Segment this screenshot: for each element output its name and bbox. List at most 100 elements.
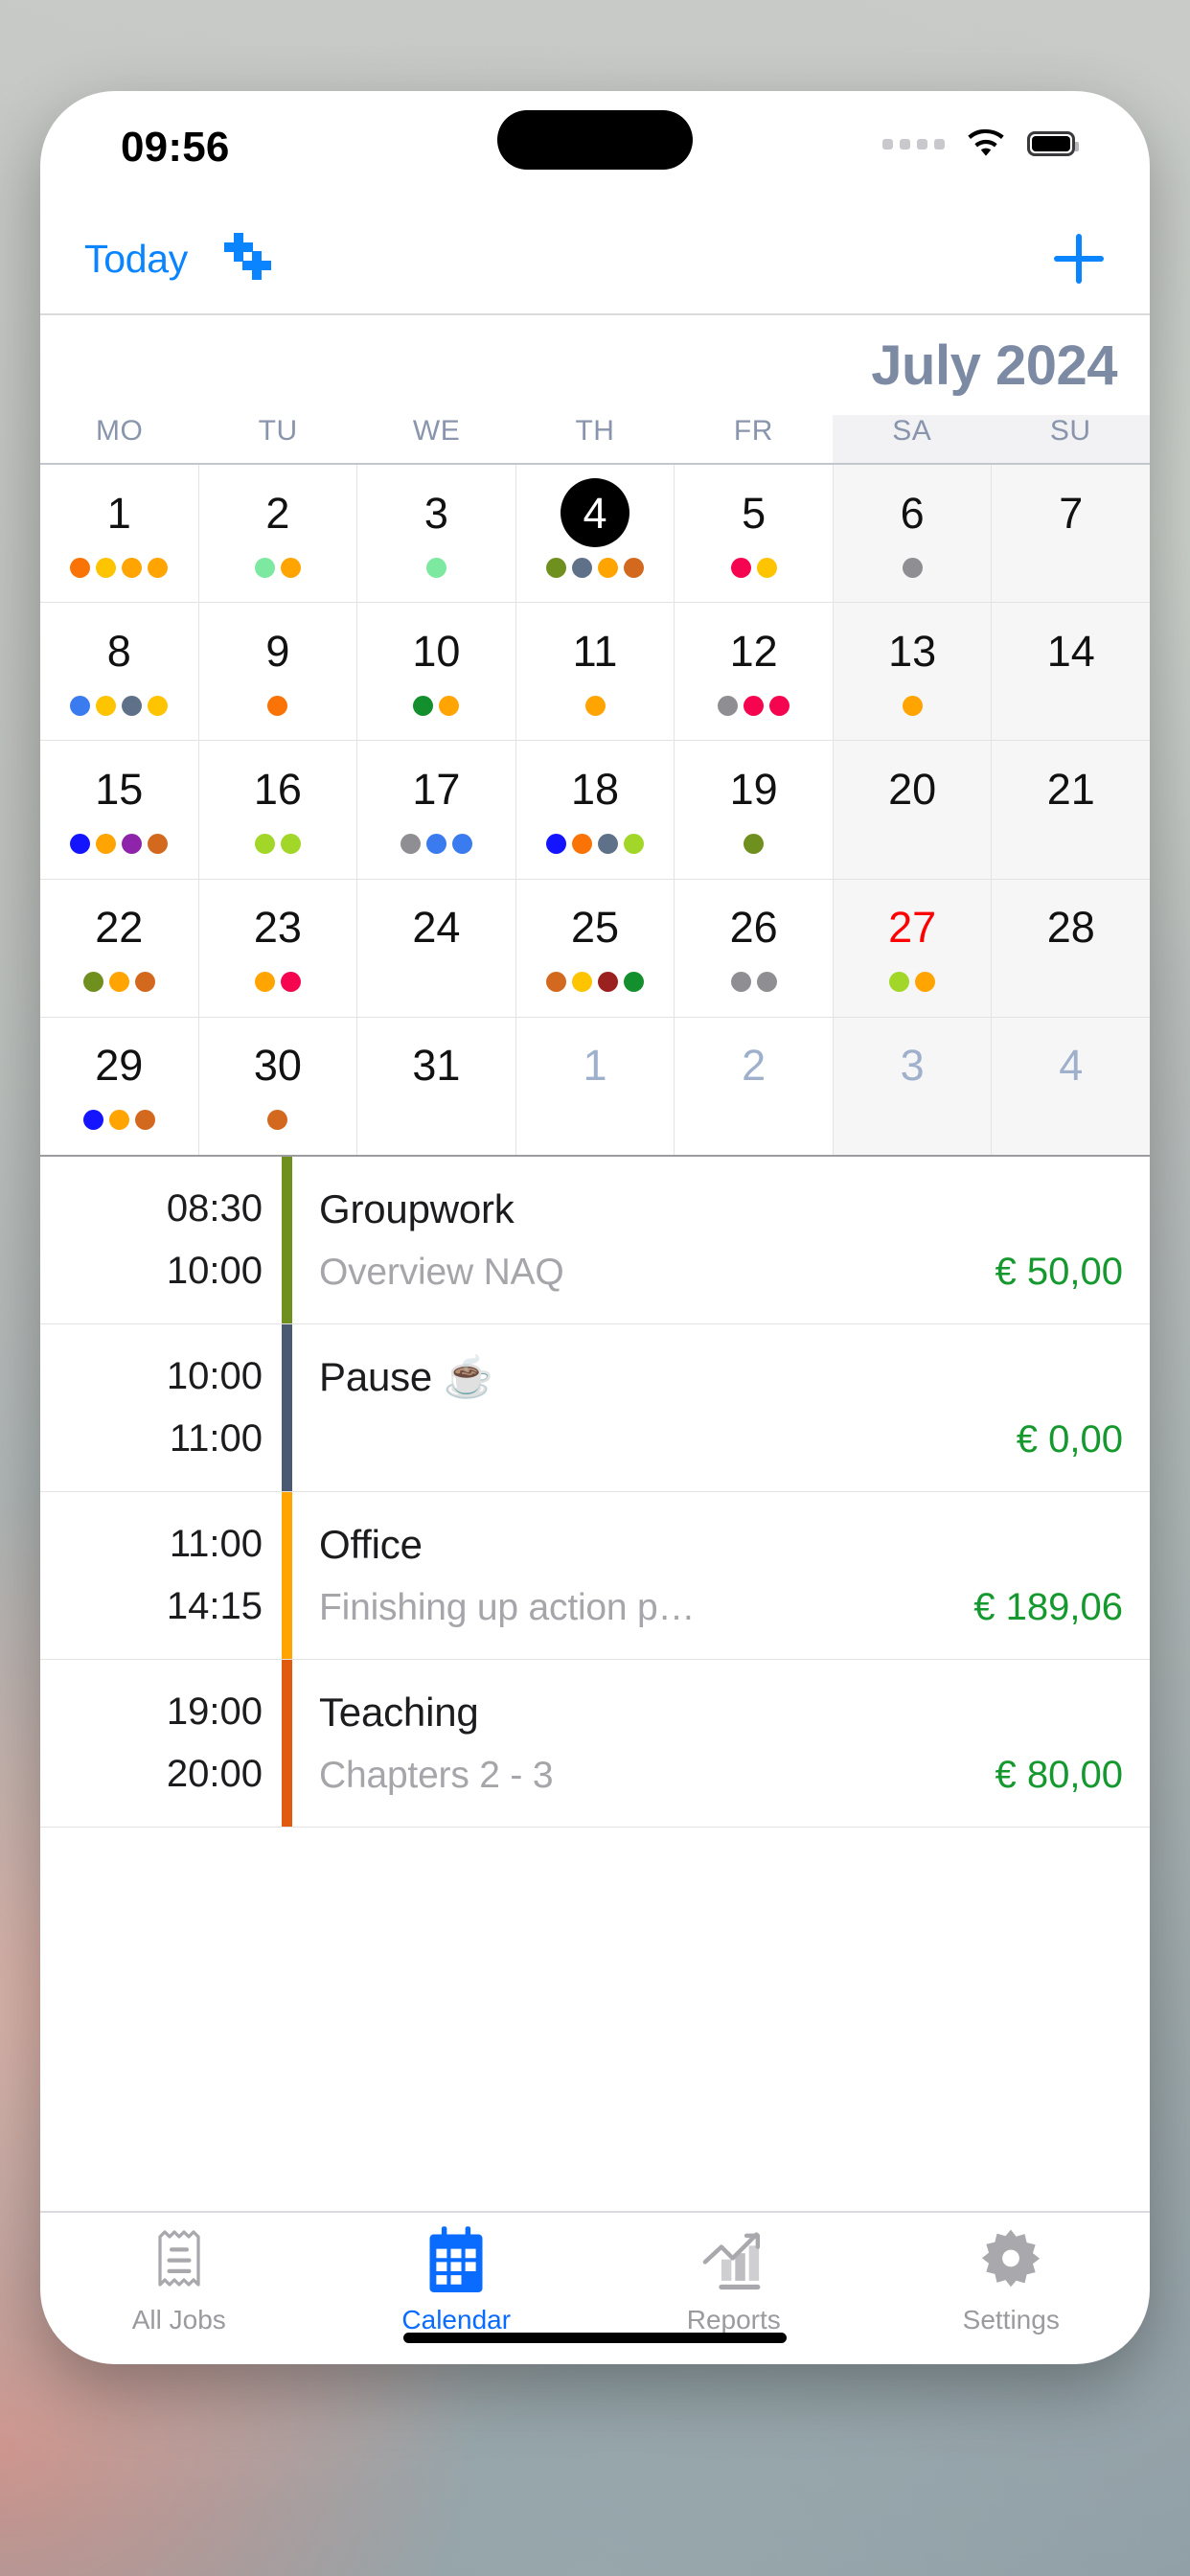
event-dot bbox=[769, 695, 790, 716]
event-dot bbox=[598, 833, 619, 854]
calendar-day-cell[interactable]: 9 bbox=[199, 603, 358, 741]
weekday-tu: TU bbox=[258, 415, 298, 447]
event-detail-row: Finishing up action p… € 189,06 bbox=[319, 1586, 1123, 1629]
calendar-day-cell[interactable]: 1 bbox=[516, 1017, 675, 1156]
calendar-day-cell[interactable]: 8 bbox=[40, 603, 199, 741]
calendar-day-cell[interactable]: 16 bbox=[199, 741, 358, 879]
day-number: 9 bbox=[265, 626, 290, 676]
calendar-day-cell[interactable]: 6 bbox=[833, 465, 993, 603]
event-subtitle: Finishing up action p… bbox=[319, 1586, 696, 1628]
tab-calendar[interactable]: Calendar bbox=[318, 2226, 596, 2335]
calendar-day-cell[interactable]: 27 bbox=[833, 879, 993, 1017]
today-button[interactable]: Today bbox=[84, 237, 188, 282]
calendar-day-cell[interactable]: 11 bbox=[516, 603, 675, 741]
event-dot bbox=[598, 972, 619, 993]
weekday-header: MO TU WE TH FR SA SU bbox=[40, 415, 1150, 465]
calendar-day-cell[interactable]: 25 bbox=[516, 879, 675, 1017]
event-dot bbox=[280, 557, 301, 578]
tab-all-jobs[interactable]: All Jobs bbox=[40, 2226, 318, 2335]
status-time: 09:56 bbox=[121, 124, 230, 171]
calendar-week: 15 16 17 18 19 20 21 bbox=[40, 741, 1150, 880]
event-dot bbox=[756, 557, 777, 578]
day-number: 19 bbox=[729, 764, 778, 814]
event-dot bbox=[425, 557, 446, 578]
calendar-day-cell[interactable]: 18 bbox=[516, 741, 675, 879]
event-row[interactable]: 08:30 10:00 Groupwork Overview NAQ € 50,00 bbox=[40, 1157, 1150, 1324]
event-end-time: 10:00 bbox=[166, 1250, 263, 1292]
event-detail-row: € 0,00 bbox=[319, 1418, 1123, 1461]
calendar-day-cell[interactable]: 26 bbox=[675, 879, 834, 1017]
day-event-dots bbox=[546, 831, 645, 856]
duplicate-plus-icon[interactable] bbox=[223, 233, 276, 285]
day-event-dots bbox=[82, 970, 155, 995]
calendar-day-cell[interactable]: 3 bbox=[833, 1017, 993, 1156]
event-row[interactable]: 11:00 14:15 Office Finishing up action p… € … bbox=[40, 1492, 1150, 1660]
event-row[interactable]: 19:00 20:00 Teaching Chapters 2 - 3 € 80,00 bbox=[40, 1660, 1150, 1828]
day-event-dots bbox=[413, 693, 460, 718]
calendar-day-cell[interactable]: 22 bbox=[40, 879, 199, 1017]
day-event-dots bbox=[400, 831, 472, 856]
tab-settings[interactable]: Settings bbox=[873, 2226, 1151, 2335]
calendar-day-cell[interactable]: 5 bbox=[675, 465, 834, 603]
event-dot bbox=[624, 972, 645, 993]
event-dot bbox=[134, 1110, 155, 1131]
event-dot bbox=[624, 557, 645, 578]
calendar-day-cell[interactable]: 31 bbox=[357, 1017, 516, 1156]
calendar-day-cell[interactable]: 23 bbox=[199, 879, 358, 1017]
day-number: 31 bbox=[412, 1041, 461, 1091]
calendar-day-cell[interactable]: 7 bbox=[992, 465, 1150, 603]
event-dot bbox=[572, 833, 593, 854]
calendar-day-cell[interactable]: 2 bbox=[199, 465, 358, 603]
event-end-time: 20:00 bbox=[166, 1753, 263, 1795]
calendar-day-cell[interactable]: 15 bbox=[40, 741, 199, 879]
day-number: 1 bbox=[106, 488, 131, 538]
calendar-day-cell[interactable]: 19 bbox=[675, 741, 834, 879]
event-dot bbox=[425, 833, 446, 854]
calendar-day-cell[interactable]: 2 bbox=[675, 1017, 834, 1156]
calendar-day-cell[interactable]: 30 bbox=[199, 1017, 358, 1156]
calendar-day-cell[interactable]: 29 bbox=[40, 1017, 199, 1156]
event-start-time: 11:00 bbox=[169, 1523, 263, 1565]
calendar-day-cell[interactable]: 14 bbox=[992, 603, 1150, 741]
event-amount: € 189,06 bbox=[973, 1585, 1123, 1628]
event-dot bbox=[122, 557, 143, 578]
day-number: 23 bbox=[253, 903, 302, 953]
day-number: 2 bbox=[265, 488, 290, 538]
day-event-dots bbox=[70, 831, 169, 856]
event-dot bbox=[148, 557, 169, 578]
calendar-day-cell[interactable]: 10 bbox=[357, 603, 516, 741]
wifi-icon bbox=[966, 128, 1006, 158]
calendar-day-cell[interactable]: 1 bbox=[40, 465, 199, 603]
calendar-day-cell[interactable]: 24 bbox=[357, 879, 516, 1017]
event-dot bbox=[546, 833, 567, 854]
calendar-day-cell[interactable]: 28 bbox=[992, 879, 1150, 1017]
event-start-time: 10:00 bbox=[166, 1355, 263, 1397]
plus-icon[interactable] bbox=[1052, 232, 1106, 286]
calendar-day-cell[interactable]: 21 bbox=[992, 741, 1150, 879]
tab-label: All Jobs bbox=[131, 2305, 226, 2334]
calendar-day-cell[interactable]: 13 bbox=[833, 603, 993, 741]
calendar-day-cell[interactable]: 3 bbox=[357, 465, 516, 603]
day-number: 14 bbox=[1046, 626, 1095, 676]
calendar-day-cell[interactable]: 17 bbox=[357, 741, 516, 879]
event-times: 11:00 14:15 bbox=[40, 1492, 282, 1659]
tab-reports[interactable]: Reports bbox=[595, 2226, 873, 2335]
day-event-dots bbox=[254, 555, 301, 580]
event-list-empty-space bbox=[40, 1828, 1150, 2211]
calendar-day-cell[interactable]: 20 bbox=[833, 741, 993, 879]
day-number: 10 bbox=[412, 626, 461, 676]
day-number: 13 bbox=[888, 626, 937, 676]
event-dot bbox=[148, 695, 169, 716]
calendar-grid[interactable]: 1 2 3 4 5 6 7 8 9 10 11 12 13 14 15 16 17 18 19 20 21 22 23 24 2… bbox=[40, 465, 1150, 1158]
calendar-icon bbox=[424, 2226, 488, 2295]
day-number: 18 bbox=[570, 764, 620, 814]
calendar-day-cell[interactable]: 4 bbox=[516, 465, 675, 603]
calendar-day-cell[interactable]: 12 bbox=[675, 603, 834, 741]
battery-full-icon bbox=[1027, 131, 1079, 156]
receipt-icon bbox=[149, 2226, 209, 2295]
event-dot bbox=[546, 972, 567, 993]
event-dot bbox=[915, 972, 936, 993]
day-number: 7 bbox=[1059, 488, 1084, 538]
calendar-day-cell[interactable]: 4 bbox=[992, 1017, 1150, 1156]
event-row[interactable]: 10:00 11:00 Pause ☕ € 0,00 bbox=[40, 1324, 1150, 1492]
